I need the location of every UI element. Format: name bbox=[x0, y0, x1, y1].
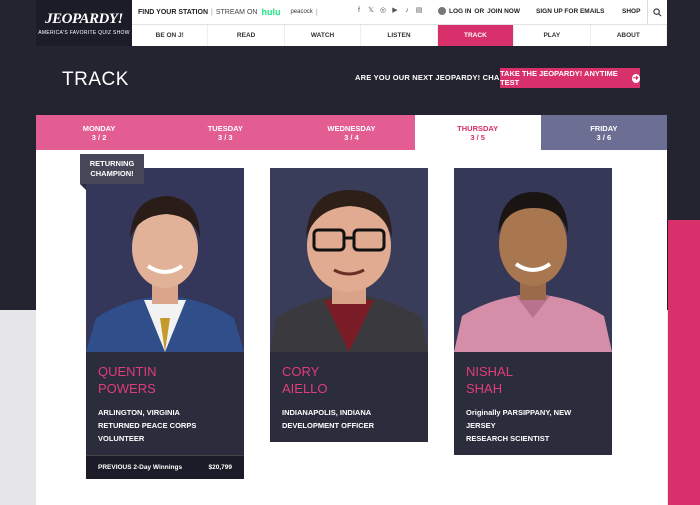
side-accent-stripe bbox=[668, 220, 700, 505]
occupation: DEVELOPMENT OFFICER bbox=[282, 421, 375, 430]
nav-watch[interactable]: WATCH bbox=[285, 25, 362, 46]
main-nav: BE ON J! READ WATCH LISTEN TRACK PLAY AB… bbox=[132, 24, 667, 46]
instagram-icon[interactable]: ◎ bbox=[379, 7, 387, 15]
contestant-name: QUENTIN POWERS bbox=[86, 352, 244, 397]
search-button[interactable] bbox=[647, 0, 667, 24]
login-area: LOG IN OR JOIN NOW bbox=[438, 7, 520, 15]
login-link[interactable]: LOG IN bbox=[449, 8, 471, 15]
reader-icon[interactable]: ▤ bbox=[415, 7, 423, 15]
logo-tagline: AMERICA'S FAVORITE QUIZ SHOW bbox=[38, 29, 130, 36]
returning-champion-badge: RETURNING CHAMPION! bbox=[80, 154, 144, 190]
contestant-card[interactable]: QUENTIN POWERS ARLINGTON, VIRGINIA RETUR… bbox=[86, 168, 244, 479]
stream-on-label: STREAM ON bbox=[215, 8, 258, 16]
contestant-info: Originally PARSIPPANY, NEW JERSEY RESEAR… bbox=[454, 397, 612, 455]
tab-monday[interactable]: MONDAY 3 / 2 bbox=[36, 115, 163, 150]
badge-line: CHAMPION! bbox=[90, 169, 134, 178]
x-icon[interactable]: 𝕏 bbox=[367, 7, 375, 15]
contestant-photo bbox=[454, 168, 612, 352]
tab-day-label: WEDNESDAY bbox=[327, 123, 376, 133]
last-name: AIELLO bbox=[282, 381, 328, 396]
tiktok-icon[interactable]: ♪ bbox=[403, 7, 411, 15]
contestant-info: ARLINGTON, VIRGINIA RETURNED PEACE CORPS… bbox=[86, 397, 244, 455]
tab-day-label: FRIDAY bbox=[590, 123, 618, 133]
tab-date: 3 / 3 bbox=[217, 132, 233, 142]
tab-thursday[interactable]: THURSDAY 3 / 5 bbox=[414, 115, 541, 150]
find-station-link[interactable]: FIND YOUR STATION bbox=[138, 9, 208, 16]
contestant-photo bbox=[270, 168, 428, 352]
join-link[interactable]: JOIN NOW bbox=[487, 8, 520, 15]
tab-date: 3 / 5 bbox=[470, 132, 485, 142]
nav-read[interactable]: READ bbox=[208, 25, 285, 46]
jeopardy-logo[interactable]: JEOPARDY! AMERICA'S FAVORITE QUIZ SHOW bbox=[36, 0, 132, 46]
winnings-value: $20,799 bbox=[208, 464, 233, 471]
tab-day-label: TUESDAY bbox=[207, 123, 243, 133]
last-name: SHAH bbox=[466, 381, 503, 396]
day-tabs: MONDAY 3 / 2 TUESDAY 3 / 3 WEDNESDAY 3 /… bbox=[36, 115, 667, 150]
social-links: f 𝕏 ◎ ▶ ♪ ▤ bbox=[355, 7, 423, 15]
nav-play[interactable]: PLAY bbox=[514, 25, 591, 46]
last-name: POWERS bbox=[98, 381, 156, 396]
occupation: RETURNED PEACE CORPS VOLUNTEER bbox=[98, 421, 197, 443]
nav-listen[interactable]: LISTEN bbox=[361, 25, 438, 46]
user-icon bbox=[438, 7, 446, 15]
winnings-bar: PREVIOUS 2-Day Winnings $20,799 bbox=[86, 455, 244, 479]
tab-tuesday[interactable]: TUESDAY 3 / 3 bbox=[162, 115, 289, 150]
first-name: CORY bbox=[282, 364, 320, 379]
hometown: Originally PARSIPPANY, NEW JERSEY bbox=[466, 408, 572, 430]
hometown: INDIANAPOLIS, INDIANA bbox=[282, 408, 372, 417]
tab-date: 3 / 2 bbox=[91, 132, 107, 142]
facebook-icon[interactable]: f bbox=[355, 7, 363, 15]
tab-day-label: MONDAY bbox=[82, 123, 116, 133]
contestant-card[interactable]: CORY AIELLO INDIANAPOLIS, INDIANA DEVELO… bbox=[270, 168, 428, 442]
or-label: OR bbox=[474, 7, 485, 15]
shop-link[interactable]: SHOP bbox=[622, 8, 640, 15]
contestant-info: INDIANAPOLIS, INDIANA DEVELOPMENT OFFICE… bbox=[270, 397, 428, 442]
occupation: RESEARCH SCIENTIST bbox=[466, 434, 550, 443]
contestant-name: CORY AIELLO bbox=[270, 352, 428, 397]
logo-wordmark: JEOPARDY! bbox=[45, 10, 123, 27]
peacock-logo[interactable]: peacock bbox=[290, 9, 312, 15]
nav-about[interactable]: ABOUT bbox=[591, 25, 667, 46]
first-name: NISHAL bbox=[466, 364, 513, 379]
hulu-logo[interactable]: hulu bbox=[261, 7, 280, 17]
contestant-photo bbox=[86, 168, 244, 352]
nav-be-on-j[interactable]: BE ON J! bbox=[132, 25, 209, 46]
contestant-card[interactable]: NISHAL SHAH Originally PARSIPPANY, NEW J… bbox=[454, 168, 612, 455]
tab-friday[interactable]: FRIDAY 3 / 6 bbox=[540, 115, 667, 150]
search-icon bbox=[653, 7, 662, 16]
take-test-button[interactable]: TAKE THE JEOPARDY! ANYTIME TEST ➜ bbox=[500, 68, 640, 88]
tab-day-label: THURSDAY bbox=[457, 123, 499, 133]
nav-track[interactable]: TRACK bbox=[437, 25, 515, 46]
youtube-icon[interactable]: ▶ bbox=[391, 7, 399, 15]
divider: | bbox=[211, 8, 213, 16]
divider: | bbox=[315, 8, 318, 16]
take-test-label: TAKE THE JEOPARDY! ANYTIME TEST bbox=[500, 69, 618, 87]
hometown: ARLINGTON, VIRGINIA bbox=[98, 408, 180, 417]
first-name: QUENTIN bbox=[98, 364, 157, 379]
arrow-right-icon: ➜ bbox=[631, 73, 640, 83]
signup-link[interactable]: SIGN UP FOR EMAILS bbox=[536, 8, 605, 15]
tab-wednesday[interactable]: WEDNESDAY 3 / 4 bbox=[288, 115, 415, 150]
tab-date: 3 / 6 bbox=[596, 132, 612, 142]
badge-line: RETURNING bbox=[89, 159, 135, 168]
contestant-name: NISHAL SHAH bbox=[454, 352, 612, 397]
page-title: TRACK bbox=[62, 69, 129, 90]
winnings-label: PREVIOUS 2-Day Winnings bbox=[98, 464, 183, 471]
tab-date: 3 / 4 bbox=[344, 132, 359, 142]
